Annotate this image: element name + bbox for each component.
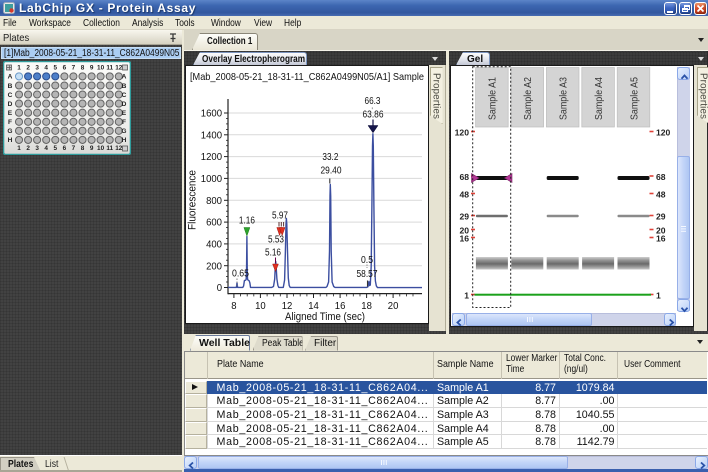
svg-text:0: 0 bbox=[217, 282, 222, 294]
svg-text:B: B bbox=[122, 83, 127, 90]
svg-text:10: 10 bbox=[97, 65, 105, 72]
svg-text:7: 7 bbox=[72, 65, 76, 72]
svg-text:1: 1 bbox=[656, 290, 661, 300]
svg-text:10: 10 bbox=[255, 300, 266, 312]
svg-text:48: 48 bbox=[459, 189, 469, 199]
svg-text:5.53: 5.53 bbox=[268, 235, 284, 246]
svg-text:29.40: 29.40 bbox=[321, 166, 342, 177]
svg-text:9: 9 bbox=[90, 145, 94, 152]
svg-text:C: C bbox=[122, 92, 127, 99]
svg-text:5: 5 bbox=[54, 145, 58, 152]
svg-text:A: A bbox=[8, 74, 13, 81]
svg-text:1200: 1200 bbox=[201, 151, 222, 163]
svg-text:0.65: 0.65 bbox=[232, 269, 249, 280]
svg-text:16: 16 bbox=[656, 233, 666, 243]
svg-text:5.16: 5.16 bbox=[265, 248, 281, 259]
svg-text:3: 3 bbox=[35, 145, 39, 152]
svg-text:6: 6 bbox=[63, 65, 67, 72]
svg-text:Sample A4: Sample A4 bbox=[593, 77, 605, 120]
svg-text:8: 8 bbox=[81, 145, 85, 152]
svg-text:1400: 1400 bbox=[201, 129, 222, 141]
svg-text:[Mab_2008-05-21_18-31-11_C862A: [Mab_2008-05-21_18-31-11_C862A0499N05/A1… bbox=[190, 71, 424, 83]
svg-text:63.86: 63.86 bbox=[363, 110, 384, 121]
svg-text:0.5: 0.5 bbox=[361, 255, 373, 266]
svg-text:G: G bbox=[7, 128, 12, 135]
svg-text:11: 11 bbox=[106, 145, 113, 152]
svg-text:Sample A3: Sample A3 bbox=[558, 77, 570, 120]
svg-text:11: 11 bbox=[106, 65, 113, 72]
svg-text:F: F bbox=[8, 119, 12, 126]
svg-text:B: B bbox=[8, 83, 13, 90]
svg-text:9: 9 bbox=[90, 65, 94, 72]
svg-text:1: 1 bbox=[464, 290, 469, 300]
svg-text:D: D bbox=[122, 101, 127, 108]
svg-text:58.57: 58.57 bbox=[357, 269, 378, 280]
svg-text:400: 400 bbox=[206, 239, 222, 251]
svg-text:600: 600 bbox=[206, 217, 222, 229]
svg-text:48: 48 bbox=[656, 189, 666, 199]
svg-text:29: 29 bbox=[459, 211, 469, 221]
svg-text:1: 1 bbox=[17, 145, 21, 152]
svg-text:4: 4 bbox=[44, 145, 48, 152]
svg-text:E: E bbox=[122, 110, 127, 117]
svg-text:Aligned Time (sec): Aligned Time (sec) bbox=[285, 311, 365, 323]
svg-text:8: 8 bbox=[231, 300, 236, 312]
svg-text:5.97: 5.97 bbox=[272, 211, 288, 222]
svg-text:2: 2 bbox=[26, 145, 30, 152]
svg-text:C: C bbox=[8, 92, 13, 99]
svg-text:H: H bbox=[122, 137, 127, 144]
svg-text:H: H bbox=[8, 137, 13, 144]
svg-text:D: D bbox=[8, 101, 13, 108]
svg-text:1000: 1000 bbox=[201, 173, 222, 185]
svg-text:20: 20 bbox=[388, 300, 399, 312]
svg-text:E: E bbox=[8, 110, 13, 117]
svg-text:Fluorescence: Fluorescence bbox=[187, 170, 199, 230]
svg-text:G: G bbox=[121, 128, 126, 135]
svg-text:68: 68 bbox=[656, 172, 666, 182]
svg-text:4: 4 bbox=[44, 65, 48, 72]
svg-text:3: 3 bbox=[35, 65, 39, 72]
svg-text:800: 800 bbox=[206, 195, 222, 207]
svg-text:Sample A2: Sample A2 bbox=[522, 77, 534, 120]
svg-text:200: 200 bbox=[206, 260, 222, 272]
svg-text:16: 16 bbox=[459, 233, 469, 243]
svg-text:120: 120 bbox=[656, 127, 671, 137]
svg-text:F: F bbox=[122, 119, 126, 126]
svg-text:10: 10 bbox=[97, 145, 105, 152]
svg-text:A: A bbox=[122, 74, 127, 81]
svg-text:Sample A1: Sample A1 bbox=[487, 77, 499, 120]
svg-text:2: 2 bbox=[26, 65, 30, 72]
svg-text:Sample A5: Sample A5 bbox=[628, 77, 640, 120]
svg-text:29: 29 bbox=[656, 211, 666, 221]
svg-text:33.2: 33.2 bbox=[322, 152, 338, 163]
svg-text:6: 6 bbox=[63, 145, 67, 152]
svg-text:1: 1 bbox=[17, 65, 21, 72]
svg-text:7: 7 bbox=[72, 145, 76, 152]
svg-text:1600: 1600 bbox=[201, 108, 222, 120]
svg-text:12: 12 bbox=[115, 65, 123, 72]
svg-text:8: 8 bbox=[81, 65, 85, 72]
svg-text:1.16: 1.16 bbox=[239, 216, 255, 227]
svg-text:68: 68 bbox=[459, 172, 469, 182]
svg-text:5: 5 bbox=[54, 65, 58, 72]
svg-text:66.3: 66.3 bbox=[365, 96, 381, 107]
svg-text:120: 120 bbox=[455, 127, 470, 137]
svg-text:12: 12 bbox=[115, 145, 123, 152]
